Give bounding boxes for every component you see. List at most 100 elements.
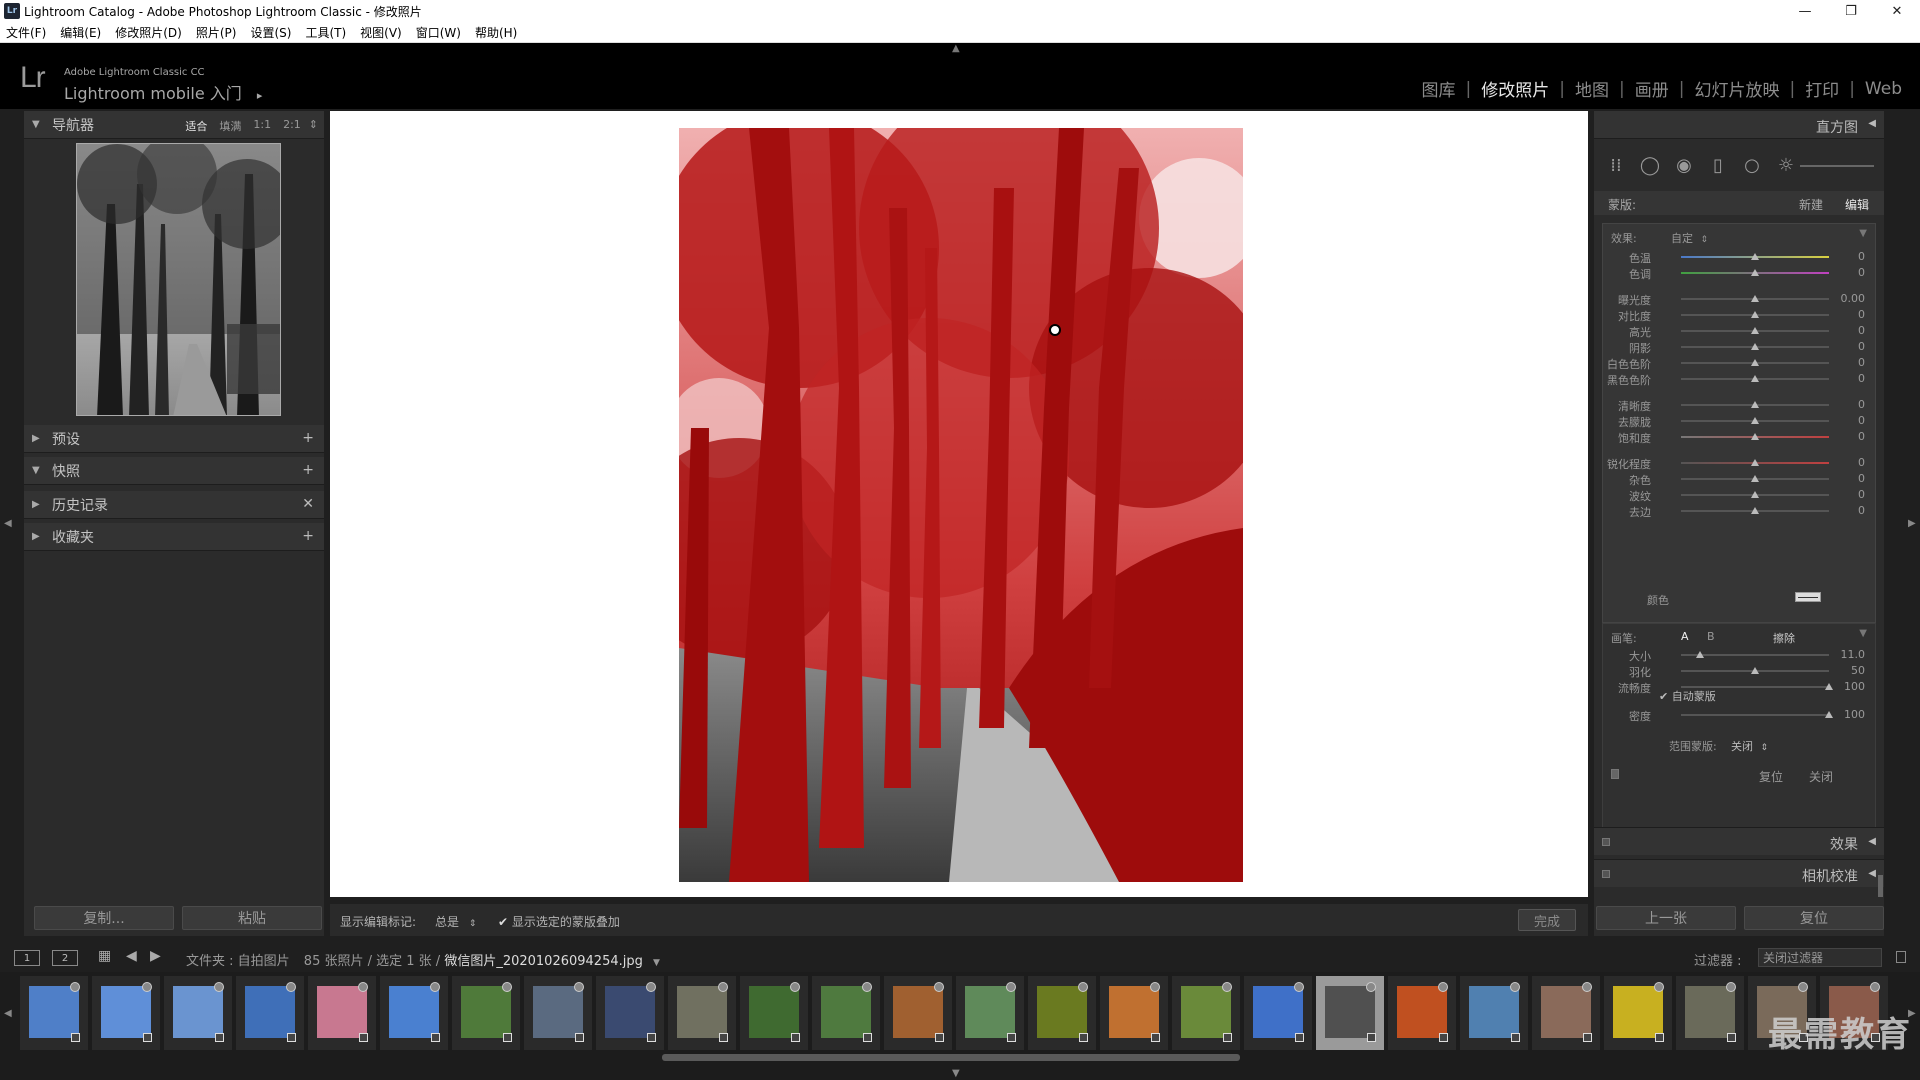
filmstrip-thumbnail[interactable]	[740, 976, 808, 1050]
slider-value[interactable]: 0.00	[1831, 292, 1866, 305]
paste-settings-button[interactable]: 粘贴	[182, 906, 322, 930]
quick-collection-icon[interactable]	[1510, 982, 1520, 992]
color-swatch[interactable]	[1795, 592, 1821, 602]
brush-a-tab[interactable]: A	[1681, 630, 1689, 643]
quick-collection-icon[interactable]	[1798, 982, 1808, 992]
back-arrow-icon[interactable]: ◀	[126, 948, 137, 964]
brush-collapse-icon[interactable]: ▼	[1859, 628, 1867, 639]
slider-value[interactable]: 0	[1831, 372, 1865, 385]
bottom-panel-toggle-icon[interactable]: ▼	[952, 1068, 960, 1079]
show-edit-pins-select[interactable]: 总是 ⇕	[435, 913, 476, 930]
filmstrip-thumbnail[interactable]	[1388, 976, 1456, 1050]
brush-reset-button[interactable]: 复位	[1759, 768, 1783, 785]
slider-knob[interactable]	[1751, 491, 1759, 498]
panel-switch-icon[interactable]	[1602, 838, 1610, 846]
slider-knob[interactable]	[1751, 295, 1759, 302]
module-map[interactable]: 地图	[1565, 76, 1619, 101]
module-web[interactable]: Web	[1855, 79, 1902, 99]
slider-knob[interactable]	[1751, 433, 1759, 440]
quick-collection-icon[interactable]	[574, 982, 584, 992]
image-workspace[interactable]	[330, 111, 1588, 897]
effect-collapse-icon[interactable]: ▼	[1859, 228, 1867, 239]
quick-collection-icon[interactable]	[1078, 982, 1088, 992]
mask-new-button[interactable]: 新建	[1799, 196, 1823, 213]
slider-value[interactable]: 0	[1831, 472, 1865, 485]
grid-view-icon[interactable]: ▦	[98, 948, 111, 964]
filmstrip-thumbnail[interactable]	[236, 976, 304, 1050]
filmstrip-thumbnail[interactable]	[1028, 976, 1096, 1050]
module-slideshow[interactable]: 幻灯片放映	[1684, 76, 1789, 101]
quick-collection-icon[interactable]	[1150, 982, 1160, 992]
brush-slider-value[interactable]: 11.0	[1831, 648, 1866, 661]
spot-removal-icon[interactable]: ◯	[1638, 153, 1662, 177]
slider-value[interactable]: 0	[1831, 504, 1865, 517]
slider-knob[interactable]	[1751, 269, 1759, 276]
reset-all-button[interactable]: 复位	[1744, 906, 1884, 930]
filmstrip-thumbnail[interactable]	[1676, 976, 1744, 1050]
filmstrip-thumbnail[interactable]	[1460, 976, 1528, 1050]
filmstrip-thumbnail[interactable]	[308, 976, 376, 1050]
slider-knob[interactable]	[1751, 327, 1759, 334]
main-photo[interactable]	[679, 128, 1243, 882]
filmstrip-thumbnail[interactable]	[1172, 976, 1240, 1050]
folder-path[interactable]: 文件夹 : 自拍图片 85 张照片 / 选定 1 张 / 微信图片_202010…	[186, 950, 660, 969]
quick-collection-icon[interactable]	[214, 982, 224, 992]
zoom-menu-icon[interactable]: ⇕	[309, 118, 318, 134]
clear-history-icon[interactable]: ✕	[302, 496, 314, 512]
menu-settings[interactable]: 设置(S)	[250, 24, 291, 41]
slider-knob[interactable]	[1751, 417, 1759, 424]
filmstrip-thumbnail[interactable]	[1532, 976, 1600, 1050]
module-develop[interactable]: 修改照片	[1471, 76, 1559, 101]
slider-knob[interactable]	[1751, 375, 1759, 382]
calibration-section-header[interactable]: 相机校准 ◀	[1594, 859, 1884, 887]
quick-collection-icon[interactable]	[862, 982, 872, 992]
quick-collection-icon[interactable]	[1294, 982, 1304, 992]
slider-value[interactable]: 0	[1831, 456, 1865, 469]
brush-erase-tab[interactable]: 擦除	[1773, 630, 1795, 646]
quick-collection-icon[interactable]	[286, 982, 296, 992]
quick-collection-icon[interactable]	[1870, 982, 1880, 992]
slider-value[interactable]: 0	[1831, 266, 1865, 279]
add-collection-icon[interactable]: +	[302, 528, 314, 544]
auto-mask-toggle[interactable]: ✔ 自动蒙版	[1659, 688, 1716, 704]
slider-value[interactable]: 0	[1831, 488, 1865, 501]
forward-arrow-icon[interactable]: ▶	[150, 948, 161, 964]
navigator-header[interactable]: ▼ 导航器 适合 填满 1:1 2:1 ⇕	[24, 111, 324, 139]
close-button[interactable]: ✕	[1874, 0, 1920, 22]
filter-lock-icon[interactable]	[1896, 951, 1906, 963]
histogram-header[interactable]: 直方图 ◀	[1594, 111, 1884, 139]
slider-value[interactable]: 0	[1831, 308, 1865, 321]
brush-slider-knob[interactable]	[1696, 651, 1705, 658]
quick-collection-icon[interactable]	[934, 982, 944, 992]
menu-window[interactable]: 窗口(W)	[416, 24, 461, 41]
slider-knob[interactable]	[1751, 459, 1759, 466]
presets-header[interactable]: ▶ 预设 +	[24, 425, 324, 453]
quick-collection-icon[interactable]	[1654, 982, 1664, 992]
add-snapshot-icon[interactable]: +	[302, 462, 314, 478]
red-eye-icon[interactable]: ◉	[1672, 153, 1696, 177]
slider-value[interactable]: 0	[1831, 414, 1865, 427]
quick-collection-icon[interactable]	[502, 982, 512, 992]
filmstrip-thumbnail[interactable]	[380, 976, 448, 1050]
filmstrip-thumbnail[interactable]	[452, 976, 520, 1050]
effect-preset-select[interactable]: 自定 ⇕	[1671, 230, 1708, 246]
main-monitor-button[interactable]: 1	[14, 950, 40, 966]
maximize-button[interactable]: ❐	[1828, 0, 1874, 22]
quick-collection-icon[interactable]	[1222, 982, 1232, 992]
filmstrip-thumbnail[interactable]	[596, 976, 664, 1050]
history-header[interactable]: ▶ 历史记录 ✕	[24, 491, 324, 519]
menu-view[interactable]: 视图(V)	[360, 24, 402, 41]
done-button[interactable]: 完成	[1518, 909, 1576, 931]
filter-select[interactable]: 关闭过滤器	[1758, 948, 1882, 967]
menu-tools[interactable]: 工具(T)	[305, 24, 346, 41]
lightroom-mobile-link[interactable]: Lightroom mobile 入门 ▸	[64, 80, 262, 104]
brush-slider-value[interactable]: 50	[1831, 664, 1865, 677]
range-mask-select[interactable]: 关闭 ⇕	[1731, 738, 1768, 754]
slider-knob[interactable]	[1751, 343, 1759, 350]
panel-switch-icon[interactable]	[1611, 769, 1619, 779]
filmstrip-thumbnail[interactable]	[956, 976, 1024, 1050]
slider-knob[interactable]	[1751, 401, 1759, 408]
effects-section-header[interactable]: 效果 ◀	[1594, 827, 1884, 855]
brush-b-tab[interactable]: B	[1707, 630, 1715, 643]
slider-knob[interactable]	[1751, 475, 1759, 482]
